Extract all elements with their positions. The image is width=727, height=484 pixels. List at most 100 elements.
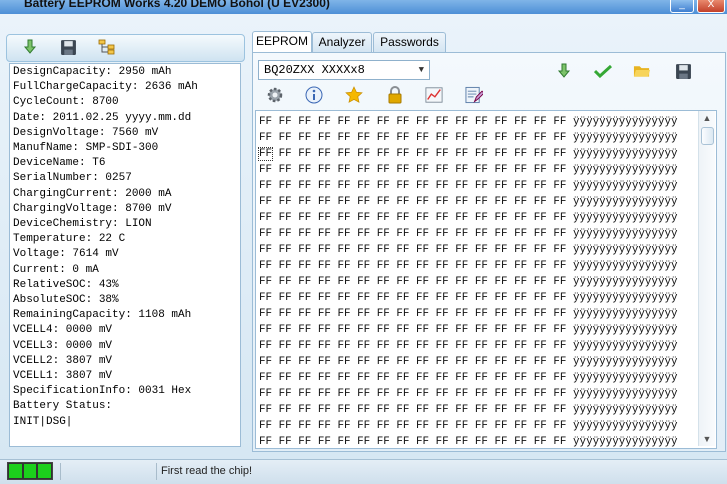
hex-byte[interactable]: FF (279, 420, 292, 432)
hex-byte[interactable]: FF (338, 228, 351, 240)
hex-byte[interactable]: FF (396, 388, 409, 400)
hex-byte[interactable]: FF (416, 212, 429, 224)
hex-byte[interactable]: FF (455, 132, 468, 144)
hex-byte[interactable]: FF (475, 244, 488, 256)
hex-byte[interactable]: FF (495, 196, 508, 208)
hex-row[interactable]: FF FF FF FF FF FF FF FF FF FF FF FF FF F… (259, 338, 678, 354)
hex-byte[interactable]: FF (514, 180, 527, 192)
hex-row[interactable]: FF FF FF FF FF FF FF FF FF FF FF FF FF F… (259, 258, 678, 274)
hex-byte[interactable]: FF (416, 196, 429, 208)
hex-byte[interactable]: FF (396, 196, 409, 208)
hex-byte[interactable]: FF (279, 340, 292, 352)
hex-byte[interactable]: FF (455, 356, 468, 368)
hex-byte[interactable]: FF (436, 372, 449, 384)
hex-byte[interactable]: FF (318, 244, 331, 256)
hex-byte[interactable]: FF (416, 228, 429, 240)
hex-byte[interactable]: FF (495, 116, 508, 128)
hex-byte[interactable]: FF (495, 164, 508, 176)
hex-byte[interactable]: FF (318, 292, 331, 304)
hex-byte[interactable]: FF (318, 276, 331, 288)
hex-byte[interactable]: FF (318, 356, 331, 368)
hex-byte[interactable]: FF (436, 404, 449, 416)
hex-byte[interactable]: FF (455, 404, 468, 416)
hex-byte[interactable]: FF (259, 404, 272, 416)
hex-byte[interactable]: FF (553, 340, 566, 352)
hex-byte[interactable]: FF (338, 164, 351, 176)
hex-byte[interactable]: FF (298, 148, 311, 160)
hex-byte[interactable]: FF (416, 356, 429, 368)
hex-byte[interactable]: FF (259, 244, 272, 256)
hex-byte[interactable]: FF (338, 244, 351, 256)
hex-byte[interactable]: FF (259, 116, 272, 128)
hex-byte[interactable]: FF (416, 276, 429, 288)
hex-byte[interactable]: FF (534, 132, 547, 144)
hex-byte[interactable]: FF (534, 388, 547, 400)
chart-icon[interactable] (425, 86, 443, 104)
hex-byte[interactable]: FF (377, 196, 390, 208)
hex-byte[interactable]: FF (396, 148, 409, 160)
hex-byte[interactable]: FF (357, 164, 370, 176)
gear-icon[interactable] (266, 86, 284, 104)
hex-byte[interactable]: FF (436, 116, 449, 128)
hex-byte[interactable]: FF (495, 276, 508, 288)
minimize-button[interactable]: _ (670, 0, 694, 13)
hex-byte[interactable]: FF (416, 436, 429, 448)
hex-byte[interactable]: FF (416, 308, 429, 320)
hex-byte[interactable]: FF (416, 292, 429, 304)
hex-byte[interactable]: FF (553, 212, 566, 224)
hex-byte[interactable]: FF (514, 436, 527, 448)
hex-byte[interactable]: FF (338, 132, 351, 144)
hex-byte[interactable]: FF (279, 180, 292, 192)
hex-byte[interactable]: FF (416, 244, 429, 256)
hex-byte[interactable]: FF (475, 180, 488, 192)
hex-byte[interactable]: FF (436, 356, 449, 368)
hex-byte[interactable]: FF (298, 132, 311, 144)
hex-byte[interactable]: FF (534, 228, 547, 240)
hex-byte[interactable]: FF (357, 148, 370, 160)
hex-byte[interactable]: FF (279, 260, 292, 272)
battery-info-panel[interactable]: DesignCapacity: 2950 mAh FullChargeCapaci… (9, 63, 241, 447)
hex-byte[interactable]: FF (318, 324, 331, 336)
hex-byte[interactable]: FF (318, 164, 331, 176)
hex-row[interactable]: FF FF FF FF FF FF FF FF FF FF FF FF FF F… (259, 194, 678, 210)
hex-byte[interactable]: FF (259, 196, 272, 208)
hex-byte[interactable]: FF (338, 388, 351, 400)
hex-byte[interactable]: FF (475, 292, 488, 304)
hex-row[interactable]: FF FF FF FF FF FF FF FF FF FF FF FF FF F… (259, 306, 678, 322)
hex-row[interactable]: FF FF FF FF FF FF FF FF FF FF FF FF FF F… (259, 322, 678, 338)
hex-byte[interactable]: FF (318, 212, 331, 224)
hex-byte[interactable]: FF (377, 404, 390, 416)
hex-byte[interactable]: FF (318, 372, 331, 384)
hex-byte[interactable]: FF (298, 340, 311, 352)
hex-byte[interactable]: FF (514, 356, 527, 368)
hex-byte[interactable]: FF (377, 388, 390, 400)
hex-byte[interactable]: FF (514, 132, 527, 144)
hex-byte[interactable]: FF (514, 388, 527, 400)
hex-byte[interactable]: FF (436, 388, 449, 400)
hex-byte[interactable]: FF (534, 180, 547, 192)
chevron-down-icon[interactable]: ▼ (419, 61, 424, 79)
hex-byte[interactable]: FF (455, 292, 468, 304)
hex-byte[interactable]: FF (396, 372, 409, 384)
hex-byte[interactable]: FF (534, 356, 547, 368)
hex-byte[interactable]: FF (475, 404, 488, 416)
hex-byte[interactable]: FF (534, 420, 547, 432)
hex-byte[interactable]: FF (396, 228, 409, 240)
hex-byte[interactable]: FF (377, 244, 390, 256)
hex-byte[interactable]: FF (396, 292, 409, 304)
hex-byte[interactable]: FF (377, 292, 390, 304)
hex-byte[interactable]: FF (338, 404, 351, 416)
hex-byte[interactable]: FF (534, 308, 547, 320)
hex-byte[interactable]: FF (553, 372, 566, 384)
hex-byte[interactable]: FF (455, 388, 468, 400)
hex-row[interactable]: FF FF FF FF FF FF FF FF FF FF FF FF FF F… (259, 130, 678, 146)
hex-byte[interactable]: FF (259, 356, 272, 368)
hex-byte[interactable]: FF (318, 260, 331, 272)
hex-byte[interactable]: FF (416, 132, 429, 144)
hex-byte[interactable]: FF (534, 244, 547, 256)
hex-byte[interactable]: FF (357, 116, 370, 128)
hex-row[interactable]: FF FF FF FF FF FF FF FF FF FF FF FF FF F… (259, 226, 678, 242)
hex-byte[interactable]: FF (495, 404, 508, 416)
hex-byte[interactable]: FF (338, 148, 351, 160)
hex-byte[interactable]: FF (396, 356, 409, 368)
